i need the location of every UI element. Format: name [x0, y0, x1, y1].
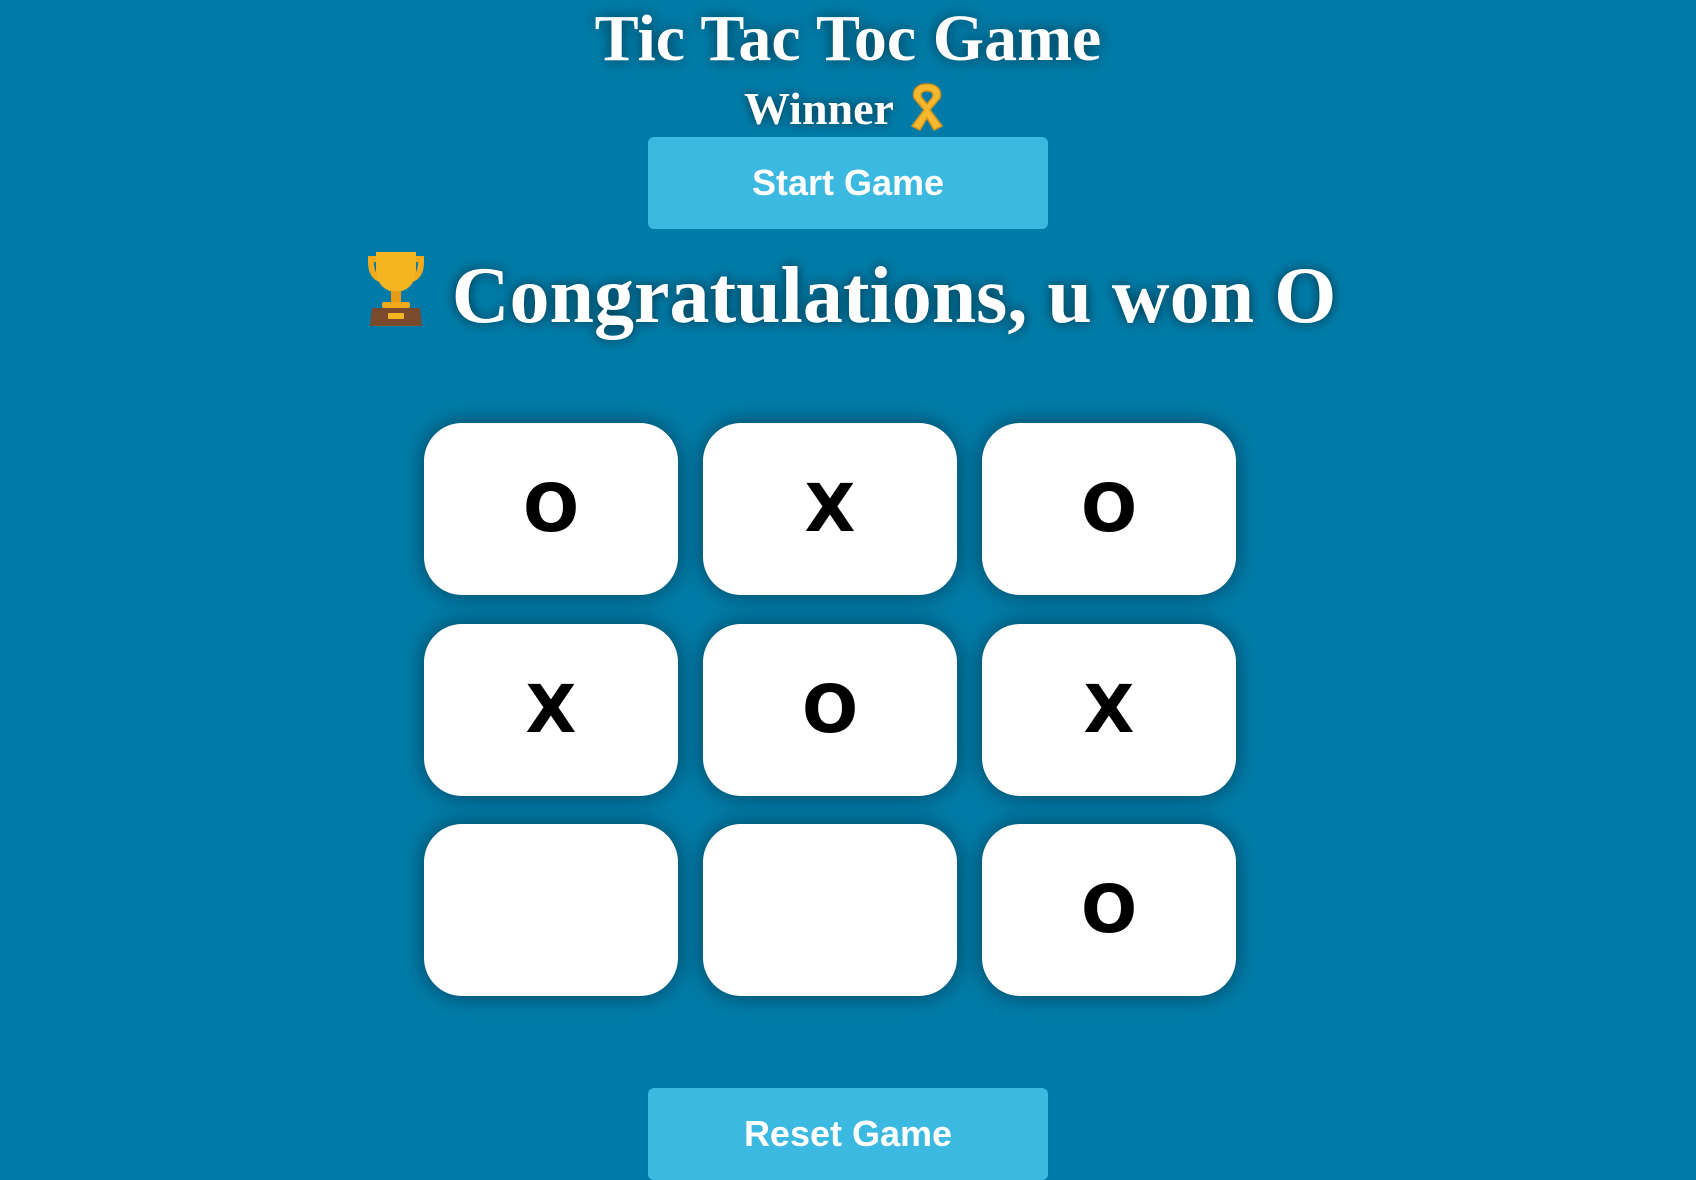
game-board: O X O X O X O [424, 423, 1236, 997]
board-cell-4[interactable]: X [424, 624, 678, 796]
board-cell-2[interactable]: X [703, 423, 957, 595]
board-cell-9[interactable]: O [982, 824, 1236, 996]
board-cell-7[interactable] [424, 824, 678, 996]
winner-heading: Winner [0, 80, 1696, 137]
board-cell-1[interactable]: O [424, 423, 678, 595]
start-game-button[interactable]: Start Game [648, 137, 1048, 229]
winner-message: Congratulations, u won O [0, 248, 1696, 341]
ribbon-icon [910, 83, 944, 131]
board-cell-5[interactable]: O [703, 624, 957, 796]
reset-game-button[interactable]: Reset Game [648, 1088, 1048, 1180]
winner-label: Winner [744, 83, 894, 134]
winner-message-text: Congratulations, u won O [451, 252, 1337, 340]
trophy-icon [367, 252, 424, 326]
board-cell-8[interactable] [703, 824, 957, 996]
board-cell-3[interactable]: O [982, 423, 1236, 595]
board-cell-6[interactable]: X [982, 624, 1236, 796]
game-title: Tic Tac Toc Game [594, 2, 1102, 75]
